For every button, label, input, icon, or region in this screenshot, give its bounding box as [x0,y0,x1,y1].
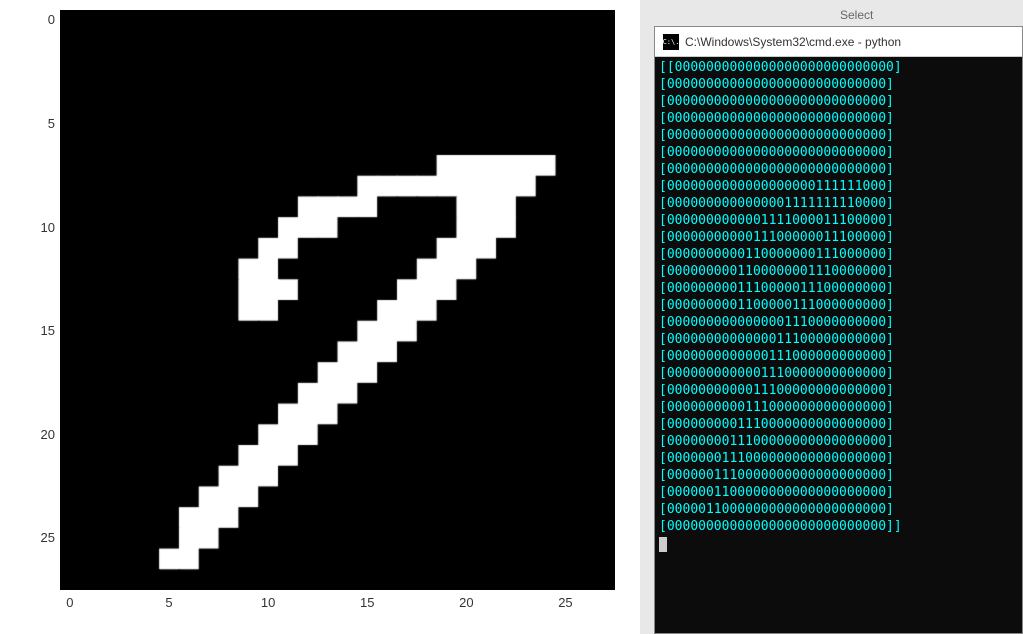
x-tick: 10 [253,595,283,610]
matrix-row: [0000000000000000000000000000] [659,76,1018,93]
y-tick: 15 [25,323,55,338]
matrix-row: [0000000000111000000000000000] [659,399,1018,416]
matrix-row: [0000000111000000000000000000] [659,450,1018,467]
cmd-body[interactable]: [[0000000000000000000000000000][00000000… [655,57,1022,633]
x-tick: 20 [451,595,481,610]
x-tick: 5 [154,595,184,610]
matrix-row: [0000000000000000000000000000] [659,93,1018,110]
right-panel: Select C:\. C:\Windows\System32\cmd.exe … [640,0,1023,634]
matrix-row: [0000001100000000000000000000] [659,484,1018,501]
matrix-row: [0000000000000011100000000000] [659,331,1018,348]
matrix-row: [0000000000000001110000000000] [659,314,1018,331]
y-tick: 10 [25,220,55,235]
matrix-row: [0000000000000000000000000000] [659,161,1018,178]
matrix-row: [[0000000000000000000000000000] [659,59,1018,76]
y-tick: 0 [25,12,55,27]
matrix-row: [0000000000011100000011100000] [659,229,1018,246]
y-tick: 20 [25,427,55,442]
matrix-row: [0000000000000001111111110000] [659,195,1018,212]
x-tick: 15 [352,595,382,610]
matrix-row: [0000000000011100000000000000] [659,382,1018,399]
cmd-title: C:\Windows\System32\cmd.exe - python [685,35,901,49]
matrix-row: [0000000001110000011100000000] [659,280,1018,297]
matrix-row: [0000001110000000000000000000] [659,467,1018,484]
matrix-row: [0000000000000111000000000000] [659,348,1018,365]
cursor [659,537,667,552]
x-tick: 0 [55,595,85,610]
matrix-row: [0000011000000000000000000000] [659,501,1018,518]
matrix-row: [0000000000001110000000000000] [659,365,1018,382]
y-tick: 5 [25,116,55,131]
matplotlib-panel: 0 5 10 15 20 25 0 5 10 15 20 25 [0,0,640,634]
cmd-window[interactable]: C:\. C:\Windows\System32\cmd.exe - pytho… [654,26,1023,634]
matrix-row: [0000000001100000111000000000] [659,297,1018,314]
cmd-icon: C:\. [663,34,679,50]
matrix-row: [0000000000110000000111000000] [659,246,1018,263]
matrix-row: [0000000000000000000000000000] [659,144,1018,161]
matrix-row: [0000000000000000000111111000] [659,178,1018,195]
matrix-row: [0000000000000000000000000000]] [659,518,1018,535]
matrix-row: [0000000000001111000011100000] [659,212,1018,229]
heatmap-canvas [60,10,615,590]
matrix-row: [0000000000000000000000000000] [659,127,1018,144]
cmd-titlebar[interactable]: C:\. C:\Windows\System32\cmd.exe - pytho… [655,27,1022,57]
matrix-row: [0000000000000000000000000000] [659,110,1018,127]
plot-area [60,10,615,590]
matrix-row: [0000000001100000001110000000] [659,263,1018,280]
y-tick: 25 [25,530,55,545]
x-tick: 25 [550,595,580,610]
select-text: Select [840,8,873,22]
matrix-row: [0000000011100000000000000000] [659,433,1018,450]
matrix-row: [0000000001110000000000000000] [659,416,1018,433]
